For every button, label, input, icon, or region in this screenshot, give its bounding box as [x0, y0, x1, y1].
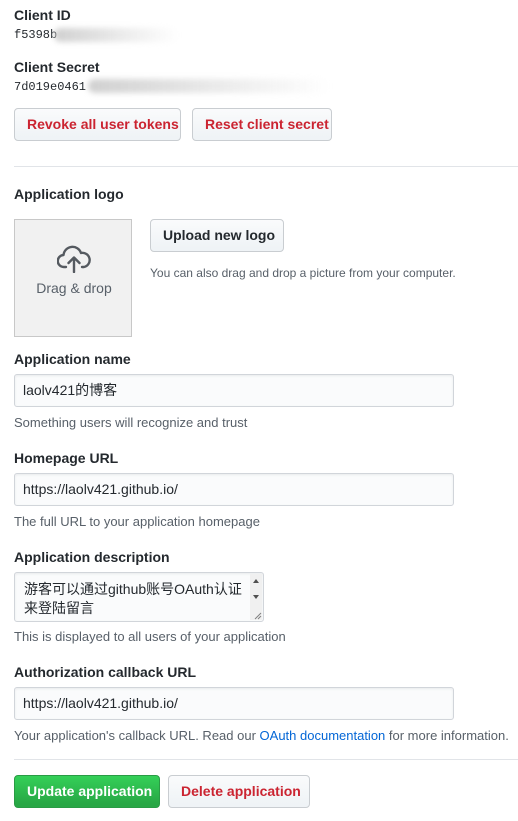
- client-secret-value: 7d019e0461: [14, 80, 87, 94]
- callback-url-input[interactable]: https://laolv421.github.io/: [14, 687, 454, 720]
- callback-hint-text-end: for more information.: [385, 728, 509, 743]
- cloud-upload-icon: [57, 245, 91, 273]
- section-divider-bottom: [14, 759, 518, 760]
- application-name-hint: Something users will recognize and trust: [14, 415, 248, 430]
- client-secret-label: Client Secret: [14, 59, 100, 75]
- logo-dropzone[interactable]: Drag & drop: [14, 219, 132, 337]
- reset-secret-button[interactable]: Reset client secret: [192, 108, 332, 141]
- upload-note: You can also drag and drop a picture fro…: [150, 266, 456, 280]
- section-divider: [14, 166, 518, 167]
- homepage-url-hint: The full URL to your application homepag…: [14, 514, 260, 529]
- client-secret-redaction: [88, 79, 330, 93]
- scroll-up-arrow-icon[interactable]: [253, 579, 259, 583]
- update-application-button[interactable]: Update application: [14, 775, 160, 808]
- application-description-textarea[interactable]: 游客可以通过github账号OAuth认证来登陆留言: [14, 572, 264, 622]
- dropzone-text: Drag & drop: [36, 280, 112, 296]
- application-name-input[interactable]: laolv421的博客: [14, 374, 454, 407]
- homepage-url-input[interactable]: https://laolv421.github.io/: [14, 473, 454, 506]
- oauth-documentation-link[interactable]: OAuth documentation: [260, 728, 386, 743]
- delete-application-button[interactable]: Delete application: [168, 775, 310, 808]
- homepage-url-label: Homepage URL: [14, 450, 119, 466]
- application-description-label: Application description: [14, 549, 170, 565]
- scroll-down-arrow-icon[interactable]: [253, 595, 259, 599]
- revoke-tokens-button[interactable]: Revoke all user tokens: [14, 108, 181, 141]
- upload-logo-button[interactable]: Upload new logo: [150, 219, 284, 252]
- client-id-value: f5398b: [14, 28, 58, 42]
- application-name-label: Application name: [14, 351, 131, 367]
- application-description-text: 游客可以通过github账号OAuth认证来登陆留言: [24, 581, 242, 616]
- client-id-redaction: [54, 28, 178, 42]
- callback-url-label: Authorization callback URL: [14, 664, 197, 680]
- application-logo-label: Application logo: [14, 186, 124, 202]
- resize-grip-icon[interactable]: [252, 610, 262, 620]
- client-id-label: Client ID: [14, 7, 71, 23]
- application-description-hint: This is displayed to all users of your a…: [14, 629, 286, 644]
- callback-hint-text: Your application's callback URL. Read ou…: [14, 728, 260, 743]
- callback-url-hint: Your application's callback URL. Read ou…: [14, 728, 509, 744]
- oauth-app-settings-page: Client ID f5398b Client Secret 7d019e046…: [0, 0, 518, 821]
